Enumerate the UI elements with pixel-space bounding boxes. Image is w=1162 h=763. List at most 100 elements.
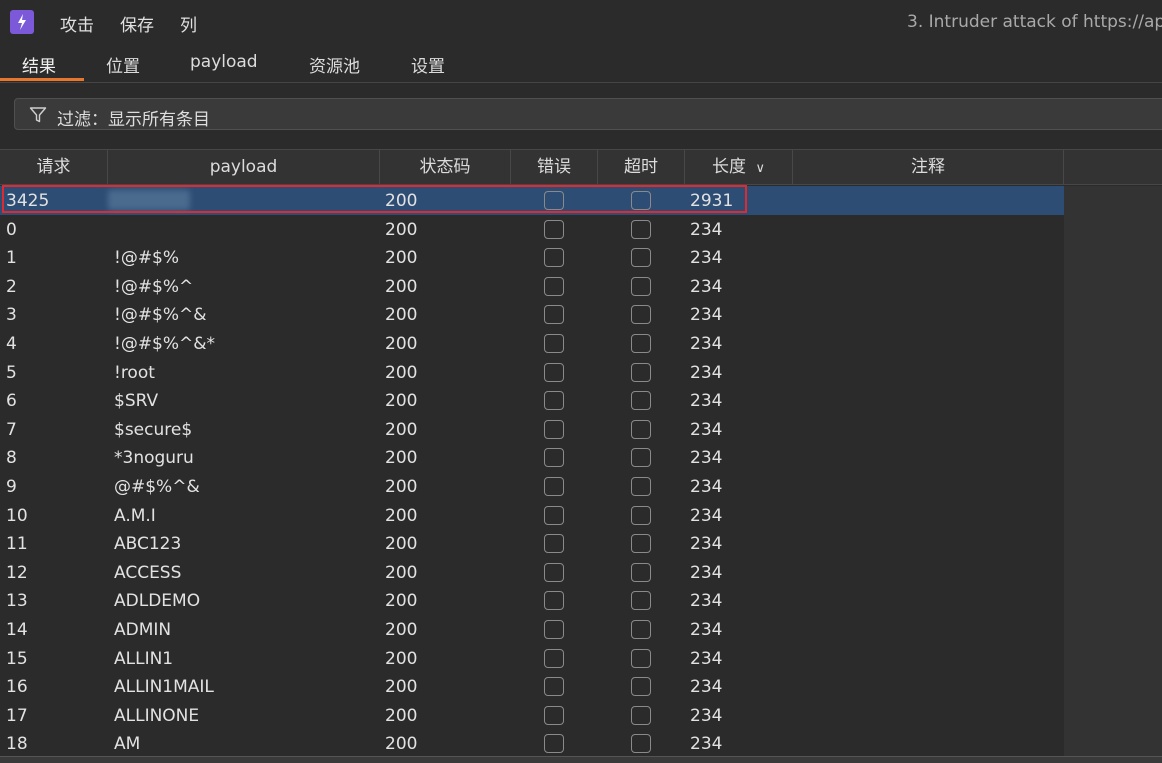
timeout-checkbox[interactable] xyxy=(631,362,651,382)
app-logo-icon xyxy=(10,10,34,34)
error-checkbox[interactable] xyxy=(544,619,564,639)
error-checkbox[interactable] xyxy=(544,648,564,668)
timeout-checkbox[interactable] xyxy=(631,419,651,439)
tab-payload[interactable]: payload xyxy=(190,52,258,72)
error-checkbox[interactable] xyxy=(544,705,564,725)
error-checkbox[interactable] xyxy=(544,391,564,411)
timeout-checkbox[interactable] xyxy=(631,476,651,496)
active-tab-indicator xyxy=(0,78,84,81)
cell-length: 234 xyxy=(690,619,723,640)
timeout-checkbox[interactable] xyxy=(631,619,651,639)
chevron-down-icon: ∨ xyxy=(755,161,765,176)
table-row[interactable]: 3 !@#$%^& 200 234 xyxy=(0,300,1064,329)
tab-results[interactable]: 结果 xyxy=(22,52,56,77)
table-row[interactable]: 11 ABC123 200 234 xyxy=(0,529,1064,558)
column-header-timeout[interactable]: 超时 xyxy=(598,150,685,185)
error-checkbox[interactable] xyxy=(544,677,564,697)
table-row[interactable]: 16 ALLIN1MAIL 200 234 xyxy=(0,672,1064,701)
error-checkbox[interactable] xyxy=(544,362,564,382)
timeout-checkbox[interactable] xyxy=(631,562,651,582)
menu-columns[interactable]: 列 xyxy=(180,11,197,36)
timeout-checkbox[interactable] xyxy=(631,305,651,325)
timeout-checkbox[interactable] xyxy=(631,505,651,525)
cell-status: 200 xyxy=(385,534,418,555)
error-checkbox[interactable] xyxy=(544,333,564,353)
table-row[interactable]: 7 $secure$ 200 234 xyxy=(0,415,1064,444)
cell-length: 234 xyxy=(690,276,723,297)
timeout-checkbox[interactable] xyxy=(631,677,651,697)
cell-payload: !root xyxy=(114,362,155,383)
column-header-error[interactable]: 错误 xyxy=(511,150,598,185)
table-row[interactable]: 5 !root 200 234 xyxy=(0,358,1064,387)
table-row[interactable]: 1 !@#$% 200 234 xyxy=(0,243,1064,272)
error-checkbox[interactable] xyxy=(544,248,564,268)
table-row[interactable]: 4 !@#$%^&* 200 234 xyxy=(0,329,1064,358)
table-row[interactable]: 0 200 234 xyxy=(0,215,1064,244)
cell-request: 14 xyxy=(6,619,28,640)
cell-status: 200 xyxy=(385,305,418,326)
timeout-checkbox[interactable] xyxy=(631,705,651,725)
filter-bar[interactable]: 过滤：显示所有条目 xyxy=(14,98,1162,130)
timeout-checkbox[interactable] xyxy=(631,219,651,239)
table-row[interactable]: 14 ADMIN 200 234 xyxy=(0,615,1064,644)
cell-payload: ALLINONE xyxy=(114,705,200,726)
cell-length: 234 xyxy=(690,448,723,469)
table-row[interactable]: 9 @#$%^& 200 234 xyxy=(0,472,1064,501)
cell-payload: ABC123 xyxy=(114,534,182,555)
error-checkbox[interactable] xyxy=(544,534,564,554)
tab-positions[interactable]: 位置 xyxy=(106,52,140,77)
table-row[interactable]: 2 !@#$%^ 200 234 xyxy=(0,272,1064,301)
error-checkbox[interactable] xyxy=(544,305,564,325)
error-checkbox[interactable] xyxy=(544,591,564,611)
cell-payload: $SRV xyxy=(114,391,159,412)
cell-status: 200 xyxy=(385,276,418,297)
error-checkbox[interactable] xyxy=(544,419,564,439)
timeout-checkbox[interactable] xyxy=(631,276,651,296)
table-row[interactable]: 6 $SRV 200 234 xyxy=(0,386,1064,415)
column-header-payload[interactable]: payload xyxy=(108,150,380,185)
table-row[interactable]: 12 ACCESS 200 234 xyxy=(0,558,1064,587)
table-row[interactable]: 8 *3noguru 200 234 xyxy=(0,443,1064,472)
cell-request: 0 xyxy=(6,219,17,240)
table-row[interactable]: 10 A.M.I 200 234 xyxy=(0,501,1064,530)
column-header-length[interactable]: 长度 ∨ xyxy=(685,150,793,185)
error-checkbox[interactable] xyxy=(544,505,564,525)
cell-status: 200 xyxy=(385,476,418,497)
column-header-comment[interactable]: 注释 xyxy=(793,150,1064,185)
table-header: 请求 payload 状态码 错误 超时 长度 ∨ 注释 xyxy=(0,149,1162,185)
column-header-request[interactable]: 请求 xyxy=(0,150,108,185)
table-row[interactable]: 18 AM 200 234 xyxy=(0,729,1064,758)
timeout-checkbox[interactable] xyxy=(631,391,651,411)
timeout-checkbox[interactable] xyxy=(631,591,651,611)
menu-attack[interactable]: 攻击 xyxy=(60,11,94,36)
cell-request: 4 xyxy=(6,333,17,354)
cell-payload: !@#$%^& xyxy=(114,305,207,326)
error-checkbox[interactable] xyxy=(544,476,564,496)
column-header-status[interactable]: 状态码 xyxy=(380,150,511,185)
tab-resource-pool[interactable]: 资源池 xyxy=(309,52,360,77)
timeout-checkbox[interactable] xyxy=(631,448,651,468)
timeout-checkbox[interactable] xyxy=(631,648,651,668)
column-header-length-label: 长度 xyxy=(712,157,747,177)
error-checkbox[interactable] xyxy=(544,276,564,296)
timeout-checkbox[interactable] xyxy=(631,534,651,554)
cell-payload: ADLDEMO xyxy=(114,591,201,612)
menu-save[interactable]: 保存 xyxy=(120,11,154,36)
table-row[interactable]: 13 ADLDEMO 200 234 xyxy=(0,586,1064,615)
cell-request: 10 xyxy=(6,505,28,526)
error-checkbox[interactable] xyxy=(544,219,564,239)
table-row[interactable]: 17 ALLINONE 200 234 xyxy=(0,701,1064,730)
cell-length: 234 xyxy=(690,534,723,555)
cell-payload: A.M.I xyxy=(114,505,156,526)
timeout-checkbox[interactable] xyxy=(631,248,651,268)
cell-request: 3 xyxy=(6,305,17,326)
table-row[interactable]: 15 ALLIN1 200 234 xyxy=(0,644,1064,673)
tab-settings[interactable]: 设置 xyxy=(411,52,445,77)
timeout-checkbox[interactable] xyxy=(631,734,651,754)
timeout-checkbox[interactable] xyxy=(631,333,651,353)
error-checkbox[interactable] xyxy=(544,448,564,468)
cell-length: 234 xyxy=(690,591,723,612)
error-checkbox[interactable] xyxy=(544,562,564,582)
error-checkbox[interactable] xyxy=(544,734,564,754)
cell-request: 18 xyxy=(6,734,28,755)
